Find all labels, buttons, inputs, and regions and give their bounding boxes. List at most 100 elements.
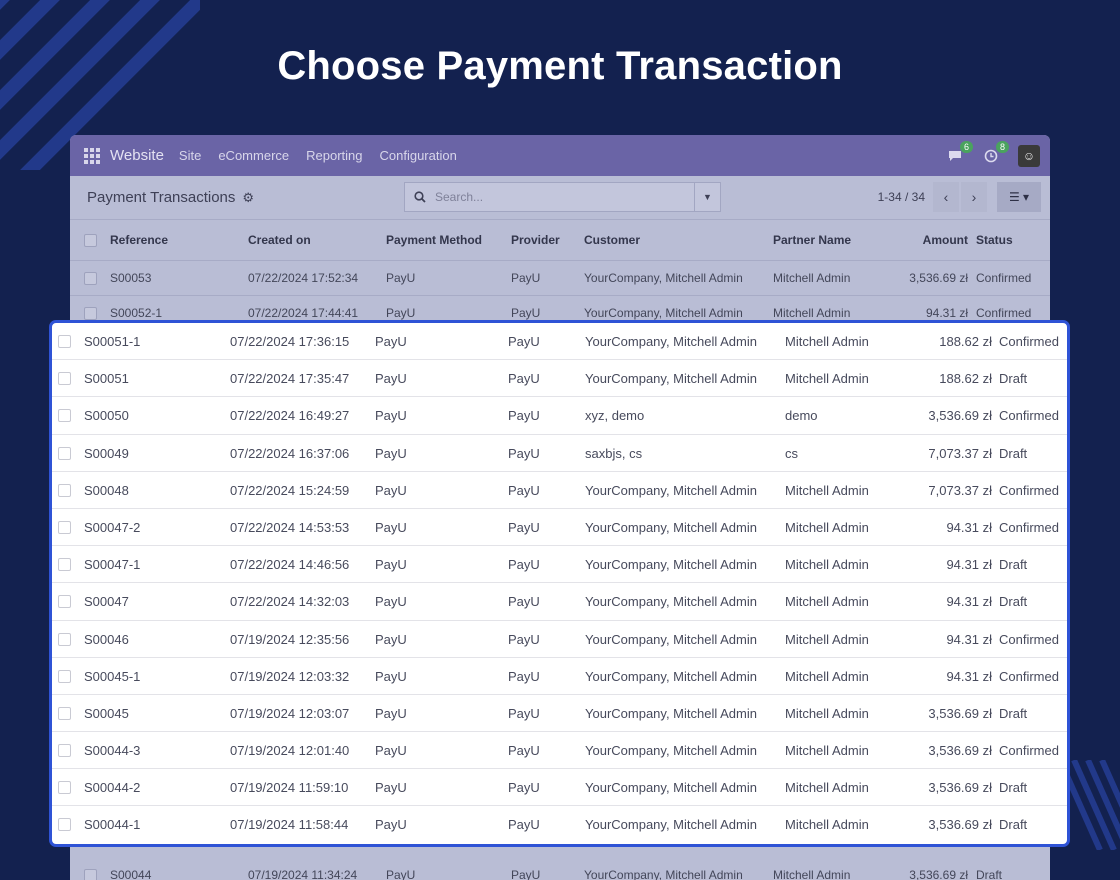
row-checkbox[interactable] xyxy=(84,869,97,880)
cell-status: Confirmed xyxy=(999,631,1059,647)
table-row[interactable]: S00045-1 07/19/2024 12:03:32 PayU PayU YourC… xyxy=(52,658,1067,695)
cell-provider: PayU xyxy=(508,371,540,387)
row-checkbox[interactable] xyxy=(58,446,71,460)
column-amount[interactable]: Amount xyxy=(923,233,968,247)
row-checkbox[interactable] xyxy=(84,307,97,320)
cell-payment-method: PayU xyxy=(386,271,416,285)
row-checkbox[interactable] xyxy=(58,818,71,832)
menu-site[interactable]: Site xyxy=(179,148,201,163)
cell-status: Draft xyxy=(999,594,1028,610)
cell-provider: PayU xyxy=(508,594,540,610)
user-avatar[interactable]: ☺ xyxy=(1018,144,1040,167)
search-input[interactable] xyxy=(435,183,694,211)
row-checkbox[interactable] xyxy=(58,781,71,795)
row-checkbox[interactable] xyxy=(58,409,71,423)
cell-payment-method: PayU xyxy=(386,868,416,880)
table-row[interactable]: S00053 07/22/2024 17:52:34 PayU PayU YourCom… xyxy=(70,261,1050,296)
row-checkbox[interactable] xyxy=(58,706,71,720)
table-row[interactable]: S00047-1 07/22/2024 14:46:56 PayU PayU YourC… xyxy=(52,546,1067,584)
messages-icon[interactable]: 6 xyxy=(946,140,973,165)
row-checkbox[interactable] xyxy=(58,483,71,497)
cell-customer: YourCompany, Mitchell Admin xyxy=(585,594,757,610)
row-checkbox[interactable] xyxy=(84,272,97,285)
table-row[interactable]: S00045 07/19/2024 12:03:07 PayU PayU YourCom… xyxy=(52,695,1067,733)
top-navbar: Website Site eCommerce Reporting Configu… xyxy=(70,135,1050,176)
cell-reference: S00047 xyxy=(84,594,129,610)
cell-provider: PayU xyxy=(508,445,540,461)
cell-status: Draft xyxy=(999,371,1028,387)
cell-customer: YourCompany, Mitchell Admin xyxy=(584,271,743,285)
cell-provider: PayU xyxy=(508,668,540,684)
pager-next-button[interactable]: › xyxy=(961,182,987,212)
cell-reference: S00051 xyxy=(84,371,129,387)
table-row[interactable]: S00044-1 07/19/2024 11:58:44 PayU PayU YourC… xyxy=(52,806,1067,843)
cell-customer: YourCompany, Mitchell Admin xyxy=(585,519,757,535)
cell-customer: saxbjs, cs xyxy=(585,445,643,461)
cell-provider: PayU xyxy=(508,817,540,833)
table-row[interactable]: S00049 07/22/2024 16:37:06 PayU PayU saxbjs,… xyxy=(52,435,1067,472)
column-partner-name[interactable]: Partner Name xyxy=(773,233,851,247)
cell-partner-name: Mitchell Admin xyxy=(785,743,869,759)
table-row[interactable]: S00051 07/22/2024 17:35:47 PayU PayU YourCom… xyxy=(52,360,1067,398)
row-checkbox[interactable] xyxy=(58,520,71,534)
column-created-on[interactable]: Created on xyxy=(248,233,311,247)
cell-partner-name: Mitchell Admin xyxy=(773,271,851,285)
row-checkbox[interactable] xyxy=(58,595,71,609)
cell-payment-method: PayU xyxy=(375,817,407,833)
cell-provider: PayU xyxy=(508,631,540,647)
menu-configuration[interactable]: Configuration xyxy=(380,148,457,163)
table-header: Reference Created on Payment Method Prov… xyxy=(70,220,1050,261)
search-icon[interactable] xyxy=(405,191,435,203)
table-row[interactable]: S00050 07/22/2024 16:49:27 PayU PayU xyz, de… xyxy=(52,397,1067,435)
cell-payment-method: PayU xyxy=(386,306,416,320)
cell-created-on: 07/22/2024 15:24:59 xyxy=(230,482,350,498)
menu-ecommerce[interactable]: eCommerce xyxy=(218,148,289,163)
search-dropdown-toggle[interactable]: ▼ xyxy=(694,183,720,211)
cell-reference: S00046 xyxy=(84,631,129,647)
apps-menu-icon[interactable] xyxy=(84,147,100,164)
cell-provider: PayU xyxy=(508,482,540,498)
gear-icon[interactable]: ⚙ xyxy=(242,190,254,206)
table-row[interactable]: S00048 07/22/2024 15:24:59 PayU PayU YourCom… xyxy=(52,472,1067,509)
row-checkbox[interactable] xyxy=(58,335,71,348)
pager-previous-button[interactable]: ‹ xyxy=(933,182,959,212)
pager-value[interactable]: 1-34 / 34 xyxy=(878,190,925,204)
table-row[interactable]: S00044 07/19/2024 11:34:24 PayU PayU YourCom… xyxy=(70,858,1050,880)
table-row[interactable]: S00051-1 07/22/2024 17:36:15 PayU PayU YourC… xyxy=(52,323,1067,361)
cell-status: Draft xyxy=(999,705,1028,721)
column-reference[interactable]: Reference xyxy=(110,233,168,247)
row-checkbox[interactable] xyxy=(58,372,71,386)
cell-partner-name: Mitchell Admin xyxy=(785,817,869,833)
cell-partner-name: Mitchell Admin xyxy=(785,668,869,684)
cell-partner-name: Mitchell Admin xyxy=(785,334,869,349)
table-row[interactable]: S00047-2 07/22/2024 14:53:53 PayU PayU YourC… xyxy=(52,509,1067,547)
column-status[interactable]: Status xyxy=(976,233,1013,247)
cell-created-on: 07/22/2024 17:52:34 xyxy=(248,271,359,285)
table-row[interactable]: S00047 07/22/2024 14:32:03 PayU PayU YourCom… xyxy=(52,583,1067,621)
row-checkbox[interactable] xyxy=(58,558,71,572)
activity-clock-icon[interactable]: 8 xyxy=(982,140,1009,165)
table-row[interactable]: S00044-3 07/19/2024 12:01:40 PayU PayU YourC… xyxy=(52,732,1067,770)
cell-customer: YourCompany, Mitchell Admin xyxy=(585,334,757,349)
cell-payment-method: PayU xyxy=(375,445,407,461)
row-checkbox[interactable] xyxy=(58,632,71,646)
list-view-button[interactable]: ☰ ▾ xyxy=(997,182,1041,212)
table-row[interactable]: S00044-2 07/19/2024 11:59:10 PayU PayU YourC… xyxy=(52,769,1067,807)
column-payment-method[interactable]: Payment Method xyxy=(386,233,482,247)
column-provider[interactable]: Provider xyxy=(511,233,560,247)
cell-reference: S00044-3 xyxy=(84,743,141,759)
column-customer[interactable]: Customer xyxy=(584,233,640,247)
cell-partner-name: Mitchell Admin xyxy=(785,482,869,498)
cell-status: Confirmed xyxy=(999,519,1059,535)
cell-customer: YourCompany, Mitchell Admin xyxy=(585,557,757,573)
background-rows-bottom: S00044 07/19/2024 11:34:24 PayU PayU YourCom… xyxy=(70,858,1050,880)
cell-reference: S00044 xyxy=(110,868,152,880)
row-checkbox[interactable] xyxy=(58,744,71,758)
table-row[interactable]: S00046 07/19/2024 12:35:56 PayU PayU YourCom… xyxy=(52,621,1067,658)
cell-partner-name: cs xyxy=(785,445,798,461)
menu-reporting[interactable]: Reporting xyxy=(306,148,362,163)
app-name[interactable]: Website xyxy=(110,147,164,164)
row-checkbox[interactable] xyxy=(58,669,71,683)
select-all-checkbox[interactable] xyxy=(84,234,97,247)
cell-amount: 94.31 zł xyxy=(946,557,992,573)
